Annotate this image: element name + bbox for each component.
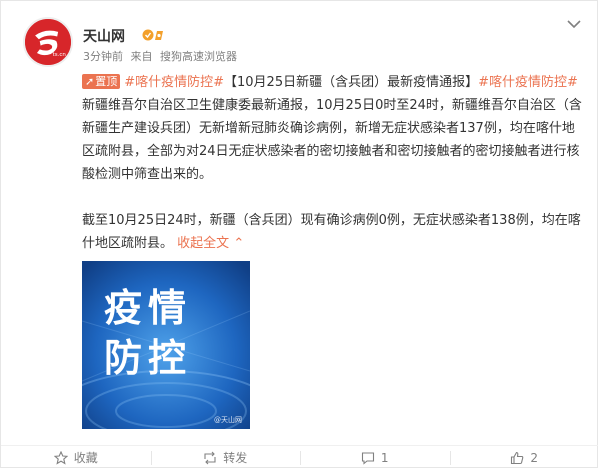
post-meta: 3分钟前 来自 搜狗高速浏览器 (83, 48, 241, 64)
post-time[interactable]: 3分钟前 (83, 50, 123, 63)
image-caption: 疫情防控 (104, 286, 193, 380)
post-headline: 【10月25日新疆（含兵团）最新疫情通报】 (224, 75, 479, 90)
svg-text:ts.cn: ts.cn (53, 52, 67, 58)
post-paragraph-2: 截至10月25日24时，新疆（含兵团）现有确诊病例0例，无症状感染者138例，均… (82, 213, 581, 251)
topic-tag-2[interactable]: #喀什疫情防控# (478, 75, 578, 90)
star-icon (53, 450, 68, 465)
comment-count: 1 (380, 450, 389, 465)
post-source[interactable]: 搜狗高速浏览器 (160, 50, 237, 63)
pinned-badge: ➚置顶 (82, 74, 121, 89)
chevron-up-icon: ⌃ (233, 236, 245, 251)
comment-button[interactable]: 1 (300, 446, 450, 468)
weibo-post-card: ts.cn 天山网 3分钟前 来自 搜狗高速浏览器 ➚置顶 #喀什疫情防控#【10… (0, 0, 598, 468)
comment-icon (361, 451, 374, 465)
like-count: 2 (530, 450, 539, 465)
action-toolbar: 收藏 转发 1 2 (1, 445, 598, 468)
repost-icon (204, 451, 216, 464)
repost-label: 转发 (223, 451, 248, 465)
favorite-button[interactable]: 收藏 (1, 446, 151, 468)
image-watermark: @天山网 (214, 416, 242, 424)
author-avatar[interactable]: ts.cn (23, 17, 73, 67)
post-image[interactable]: 疫情防控 @天山网 (82, 261, 250, 429)
chevron-down-icon[interactable] (567, 19, 581, 29)
collapse-label: 收起全文 (177, 236, 230, 251)
post-paragraph-2-wrap: 截至10月25日24时，新疆（含兵团）现有确诊病例0例，无症状感染者138例，均… (82, 209, 582, 255)
pin-icon: ➚ (85, 75, 95, 88)
verified-badge-icon (142, 29, 163, 41)
thumbs-up-icon (511, 451, 524, 464)
favorite-label: 收藏 (73, 451, 98, 465)
post-content: ➚置顶 #喀什疫情防控#【10月25日新疆（含兵团）最新疫情通报】#喀什疫情防控#… (82, 71, 582, 255)
repost-button[interactable]: 转发 (150, 446, 301, 468)
collapse-link[interactable]: 收起全文 ⌃ (177, 236, 244, 251)
pinned-label: 置顶 (95, 75, 118, 88)
post-paragraph-1: 新疆维吾尔自治区卫生健康委最新通报，10月25日0时至24时，新疆维吾尔自治区（… (82, 98, 582, 182)
author-name[interactable]: 天山网 (83, 26, 125, 46)
tianshan-logo-icon: ts.cn (25, 19, 71, 65)
source-prefix: 来自 (130, 50, 153, 63)
topic-tag-1[interactable]: #喀什疫情防控# (124, 75, 224, 90)
like-button[interactable]: 2 (449, 446, 598, 468)
